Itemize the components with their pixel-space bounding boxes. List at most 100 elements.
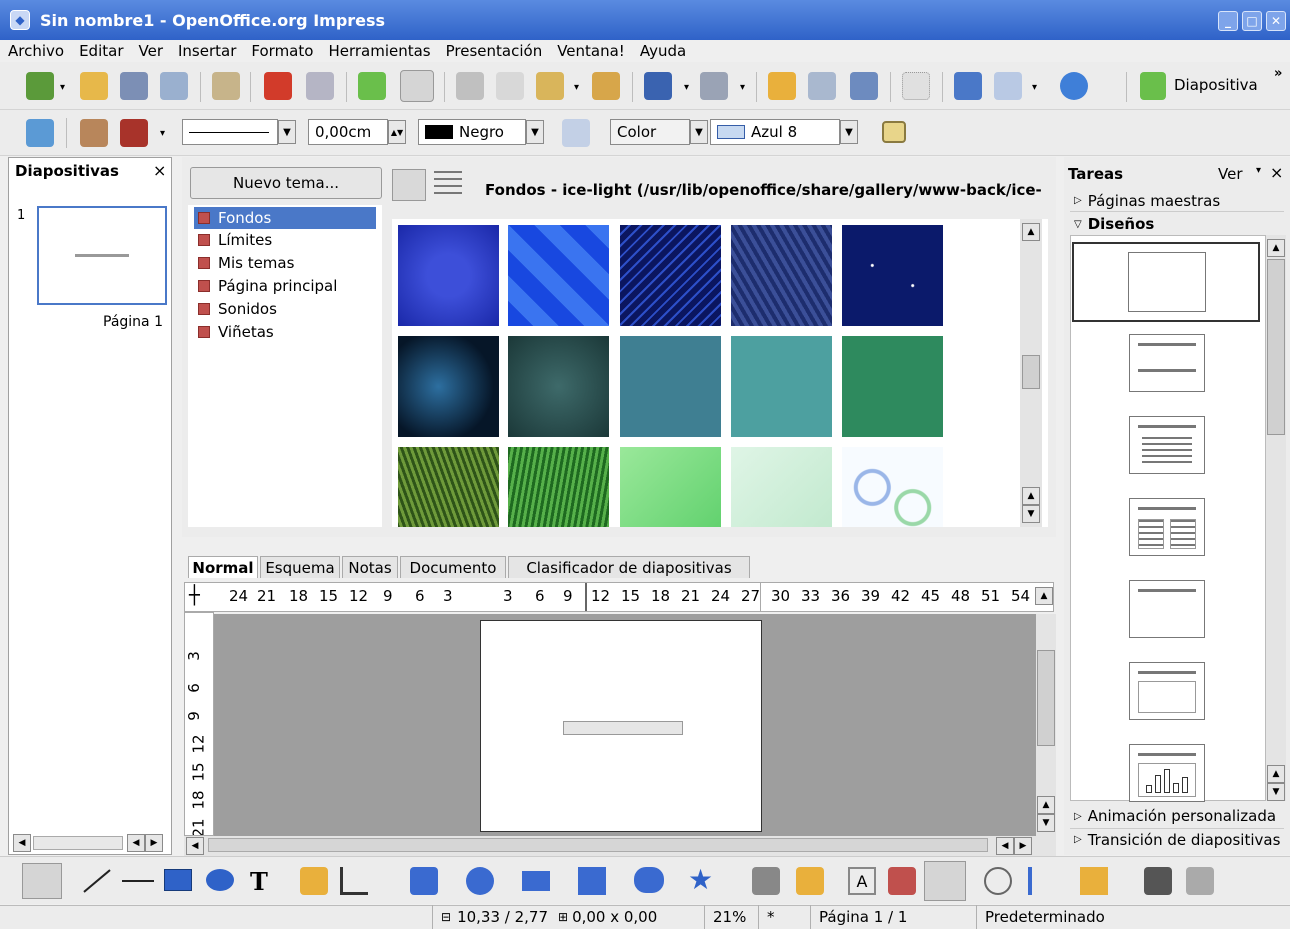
minimize-button[interactable]: _ (1218, 11, 1238, 31)
alignment-icon[interactable] (1028, 867, 1050, 895)
gallery-item[interactable] (620, 336, 721, 437)
close-icon[interactable]: × (1270, 163, 1283, 182)
scroll-thumb[interactable] (1037, 650, 1055, 746)
rectangle-icon[interactable] (164, 869, 192, 891)
dropdown-arrow-icon[interactable]: ▾ (574, 82, 579, 93)
pdf-icon[interactable] (264, 72, 292, 100)
status-zoom[interactable]: 21% (704, 905, 758, 929)
line-style-dropdown-icon[interactable]: ▼ (278, 120, 296, 144)
menu-insertar[interactable]: Insertar (178, 42, 236, 60)
line-tool-icon[interactable] (83, 869, 111, 893)
format-paintbrush-icon[interactable] (592, 72, 620, 100)
line-ends-icon[interactable] (80, 119, 108, 147)
line-width-field[interactable]: 0,00cm (308, 119, 388, 145)
dropdown-arrow-icon[interactable]: ▾ (160, 128, 165, 139)
autospellcheck-icon[interactable] (400, 70, 434, 102)
gallery-item[interactable] (508, 336, 609, 437)
cut-icon[interactable] (456, 72, 484, 100)
open-icon[interactable] (80, 72, 108, 100)
gallery-item[interactable] (620, 225, 721, 326)
gallery-item[interactable] (731, 225, 832, 326)
from-file-icon[interactable] (888, 867, 916, 895)
gallery-item[interactable] (842, 447, 943, 527)
tab-stop-icon[interactable]: ┼ (189, 585, 200, 606)
layout-title-box[interactable] (1129, 662, 1205, 720)
points-icon[interactable] (752, 867, 780, 895)
gallery-item[interactable] (731, 336, 832, 437)
theme-sonidos[interactable]: Sonidos (194, 298, 376, 320)
scroll-up-icon[interactable]: ▲ (1267, 239, 1285, 257)
chart-icon[interactable] (768, 72, 796, 100)
layout-title-top[interactable] (1129, 580, 1205, 638)
scroll-left-icon[interactable]: ◀ (127, 834, 145, 852)
close-button[interactable]: ✕ (1266, 11, 1286, 31)
line-style-select[interactable] (182, 119, 278, 145)
rotate-icon[interactable] (984, 867, 1012, 895)
maximize-button[interactable]: □ (1242, 11, 1262, 31)
theme-vinetas[interactable]: Viñetas (194, 321, 376, 343)
redo-icon[interactable] (700, 72, 728, 100)
arrow-style-icon[interactable] (120, 119, 148, 147)
tab-normal[interactable]: Normal (188, 556, 258, 578)
undo-icon[interactable] (644, 72, 672, 100)
scroll-thumb[interactable] (208, 838, 988, 852)
section-transicion[interactable]: ▷ Transición de diapositivas (1070, 828, 1284, 850)
scroll-right-icon[interactable]: ▶ (145, 834, 163, 852)
line-color-dropdown-icon[interactable]: ▼ (526, 120, 544, 144)
slide-thumbnail[interactable] (37, 206, 167, 305)
gallery-icon[interactable] (924, 861, 966, 901)
edit-file-icon[interactable] (212, 72, 240, 100)
block-arrows-icon[interactable] (522, 871, 550, 891)
theme-fondos[interactable]: Fondos (194, 207, 376, 229)
gallery-item[interactable] (398, 447, 499, 527)
theme-limites[interactable]: Límites (194, 229, 376, 251)
dropdown-arrow-icon[interactable]: ▾ (60, 82, 65, 93)
slide-title-placeholder[interactable] (563, 721, 683, 735)
text-box-icon[interactable]: A (848, 867, 876, 895)
theme-pagina-principal[interactable]: Página principal (194, 275, 376, 297)
canvas-vscrollbar[interactable]: ▲ ▼ (1036, 614, 1056, 836)
print-icon[interactable] (306, 72, 334, 100)
gallery-scrollbar[interactable]: ▲ ▲ ▼ (1020, 219, 1042, 527)
tab-documento[interactable]: Documento (400, 556, 506, 578)
chevron-down-icon[interactable]: ▾ (1256, 165, 1261, 176)
gallery-item[interactable] (620, 447, 721, 527)
dropdown-arrow-icon[interactable]: ▾ (684, 82, 689, 93)
gallery-item[interactable] (398, 225, 499, 326)
arrange-icon[interactable] (1080, 867, 1108, 895)
gallery-item[interactable] (398, 336, 499, 437)
scroll-left-icon[interactable]: ◀ (186, 837, 204, 855)
scroll-down-icon[interactable]: ▼ (1037, 814, 1055, 832)
scroll-up-icon[interactable]: ▲ (1267, 765, 1285, 783)
scroll-right-icon[interactable]: ▶ (1014, 837, 1032, 855)
line-arrow-icon[interactable] (122, 880, 154, 882)
scroll-down-icon[interactable]: ▼ (1267, 783, 1285, 801)
menu-herramientas[interactable]: Herramientas (328, 42, 430, 60)
new-icon[interactable] (26, 72, 54, 100)
basic-shapes-icon[interactable] (410, 867, 438, 895)
scroll-left-icon[interactable]: ◀ (996, 837, 1014, 855)
fill-color-dropdown-icon[interactable]: ▼ (840, 120, 858, 144)
close-icon[interactable]: × (153, 161, 166, 180)
symbol-shapes-icon[interactable] (466, 867, 494, 895)
gallery-item[interactable] (508, 447, 609, 527)
save-icon[interactable] (120, 72, 148, 100)
layout-blank-selected[interactable] (1072, 242, 1260, 322)
tab-clasificador[interactable]: Clasificador de diapositivas (508, 556, 750, 578)
menu-editar[interactable]: Editar (79, 42, 123, 60)
menu-ayuda[interactable]: Ayuda (640, 42, 686, 60)
scroll-down-icon[interactable]: ▼ (1022, 505, 1040, 523)
help-icon[interactable] (1060, 72, 1088, 100)
icon-view-icon[interactable] (392, 169, 426, 201)
tab-notas[interactable]: Notas (342, 556, 398, 578)
flowchart-icon[interactable] (578, 867, 606, 895)
layout-title-only[interactable] (1129, 334, 1205, 392)
gallery-item[interactable] (842, 225, 943, 326)
paste-icon[interactable] (536, 72, 564, 100)
grid-icon[interactable] (902, 72, 930, 100)
text-tool-icon[interactable]: T (250, 867, 268, 896)
tab-esquema[interactable]: Esquema (260, 556, 340, 578)
toolbar-overflow-icon[interactable]: » (1274, 66, 1282, 81)
dropdown-arrow-icon[interactable]: ▾ (740, 82, 745, 93)
tasks-view-menu[interactable]: Ver (1218, 165, 1243, 183)
